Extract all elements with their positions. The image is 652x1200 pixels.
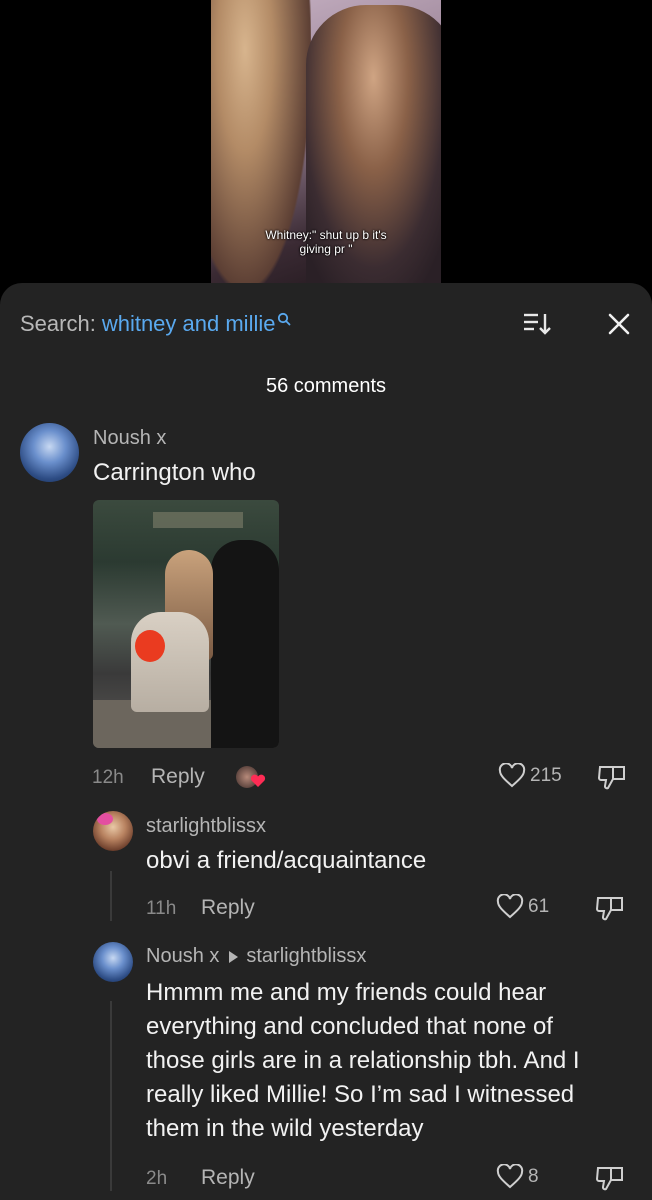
comment-username[interactable]: Noush x [93, 427, 166, 450]
like-count: 215 [530, 765, 562, 786]
reply-to-arrow-icon [229, 950, 239, 963]
comment-text: Carrington who [93, 459, 256, 486]
avatar[interactable] [20, 423, 79, 482]
like-button[interactable]: 61 [496, 894, 549, 920]
sort-icon[interactable] [522, 311, 552, 337]
dislike-icon[interactable] [597, 763, 627, 791]
comment-image[interactable] [93, 500, 279, 748]
thread-line [110, 871, 112, 921]
video-caption-line-1: Whitney:" shut up b it's [265, 228, 387, 242]
reply-button[interactable]: Reply [151, 765, 205, 789]
search-icon[interactable] [277, 312, 291, 326]
comments-count: 56 comments [265, 375, 387, 397]
like-count: 8 [528, 1166, 539, 1187]
photo-sign [153, 512, 243, 528]
reply-button[interactable]: Reply [201, 896, 255, 920]
thread-line [110, 1001, 112, 1191]
video-preview[interactable]: Whitney:" shut up b it's giving pr " [211, 0, 441, 283]
search-label: Search: [20, 311, 96, 336]
like-button[interactable]: 8 [496, 1164, 539, 1190]
avatar[interactable] [93, 942, 133, 982]
heart-icon [250, 774, 266, 787]
video-caption: Whitney:" shut up b it's giving pr " [211, 228, 441, 256]
heart-icon [496, 894, 524, 919]
video-caption-line-2: giving pr " [299, 242, 353, 256]
reply-to-username[interactable]: starlightblissx [246, 945, 366, 967]
comment-time: 2h [146, 1168, 168, 1189]
like-button[interactable]: 215 [498, 763, 562, 789]
avatar[interactable] [93, 811, 133, 851]
heart-icon [498, 763, 526, 788]
comment-text: obvi a friend/acquaintance [146, 847, 427, 874]
comment-text: Hmmm me and my friends could hear everyt… [146, 976, 646, 1146]
comment-text-line: them in the wild yesterday [146, 1115, 424, 1142]
comment-time: 12h [92, 767, 124, 788]
dislike-icon[interactable] [595, 894, 625, 922]
photo-person-seated [131, 612, 209, 712]
search-query-link[interactable]: whitney and millie [102, 311, 276, 337]
dislike-icon[interactable] [595, 1164, 625, 1192]
comments-sheet: Search: whitney and millie 56 comments N… [0, 283, 652, 1200]
creator-liked-badge [236, 764, 268, 790]
comment-time: 11h [146, 898, 177, 919]
like-count: 61 [528, 896, 550, 917]
comment-username[interactable]: starlightblissx [146, 815, 266, 838]
reply-button[interactable]: Reply [201, 1166, 255, 1190]
comment-text-line: Hmmm me and my friends could hear [146, 979, 547, 1006]
comment-username-line: Noush x starlightblissx [146, 945, 366, 968]
comment-text-line: those girls are in a relationship tbh. A… [146, 1047, 580, 1074]
close-icon[interactable] [606, 311, 632, 337]
comment-text-line: really liked Millie! So I’m sad I witnes… [146, 1081, 575, 1108]
search-header: Search: whitney and millie [20, 309, 632, 339]
photo-person-man [211, 540, 279, 748]
heart-icon [496, 1164, 524, 1189]
comment-username[interactable]: Noush x [146, 945, 219, 967]
comment-text-line: everything and concluded that none of [146, 1013, 553, 1040]
photo-redaction-mark [135, 630, 165, 662]
